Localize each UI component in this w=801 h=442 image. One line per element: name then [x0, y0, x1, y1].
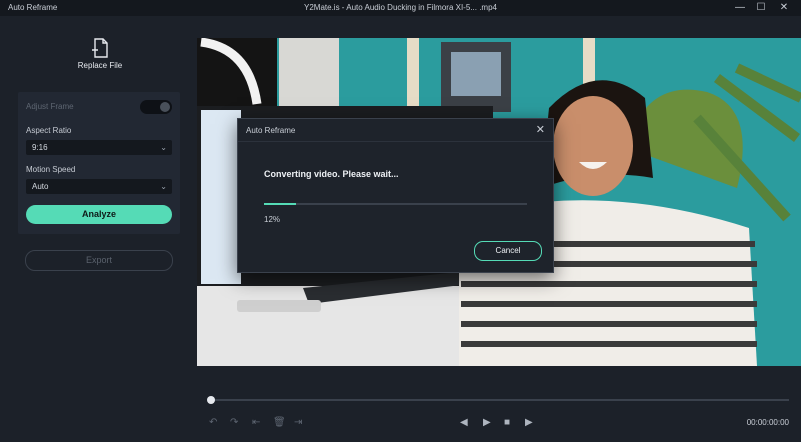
timecode: 00:00:00:00 — [746, 418, 789, 427]
motion-speed-value: Auto — [32, 182, 49, 191]
toggle-knob — [160, 102, 170, 112]
redo-icon[interactable]: ↷ — [230, 417, 238, 428]
step-forward-icon[interactable]: ▶ — [525, 417, 533, 428]
motion-speed-select[interactable]: Auto ⌄ — [26, 179, 172, 194]
replace-file-icon — [92, 38, 108, 58]
undo-icon[interactable]: ↶ — [209, 417, 217, 428]
aspect-ratio-label: Aspect Ratio — [26, 126, 72, 135]
adjust-frame-toggle[interactable] — [140, 100, 172, 114]
step-back-icon[interactable]: ◀ — [460, 417, 468, 428]
maximize-button[interactable]: ☐ — [751, 1, 771, 15]
progress-fill — [264, 203, 296, 205]
adjust-frame-label: Adjust Frame — [26, 102, 74, 111]
previous-icon[interactable]: ⇤ — [252, 417, 260, 428]
chevron-down-icon: ⌄ — [160, 143, 167, 152]
export-button[interactable]: Export — [25, 250, 173, 271]
progress-percent: 12% — [264, 215, 281, 224]
window-file-title: Y2Mate.is - Auto Audio Ducking in Filmor… — [304, 3, 497, 12]
timeline-track[interactable] — [209, 399, 789, 401]
stop-icon[interactable]: ■ — [504, 417, 510, 428]
motion-speed-label: Motion Speed — [26, 165, 76, 174]
sidebar: Replace File Adjust Frame Aspect Ratio 9… — [0, 16, 197, 442]
playhead-handle[interactable] — [207, 396, 215, 404]
play-icon[interactable]: ▶ — [483, 417, 491, 428]
dialog-message: Converting video. Please wait... — [264, 169, 399, 179]
cancel-button[interactable]: Cancel — [474, 241, 542, 261]
next-icon[interactable]: ⇥ — [294, 417, 302, 428]
title-bar: Auto Reframe Y2Mate.is - Auto Audio Duck… — [0, 0, 801, 16]
analyze-button[interactable]: Analyze — [26, 205, 172, 224]
window-close-button[interactable]: ✕ — [774, 1, 794, 15]
aspect-ratio-select[interactable]: 9:16 ⌄ — [26, 140, 172, 155]
dialog-title: Auto Reframe — [246, 126, 296, 135]
player-controls: ↶ ↷ ⇤ 🗑 ⇥ ◀ ▶ ■ ▶ 00:00:00:00 — [197, 387, 801, 442]
minimize-button[interactable]: — — [730, 1, 750, 15]
conversion-dialog: Auto Reframe ✕ Converting video. Please … — [237, 118, 554, 273]
replace-file-button[interactable]: Replace File — [60, 38, 140, 78]
dialog-header: Auto Reframe ✕ — [238, 119, 553, 142]
reframe-settings-panel: Adjust Frame Aspect Ratio 9:16 ⌄ Motion … — [18, 92, 180, 234]
progress-bar — [264, 203, 527, 205]
chevron-down-icon: ⌄ — [160, 182, 167, 191]
delete-icon[interactable]: 🗑 — [273, 417, 286, 428]
replace-file-label: Replace File — [77, 61, 123, 70]
close-icon[interactable]: ✕ — [536, 123, 545, 136]
aspect-ratio-value: 9:16 — [32, 143, 48, 152]
